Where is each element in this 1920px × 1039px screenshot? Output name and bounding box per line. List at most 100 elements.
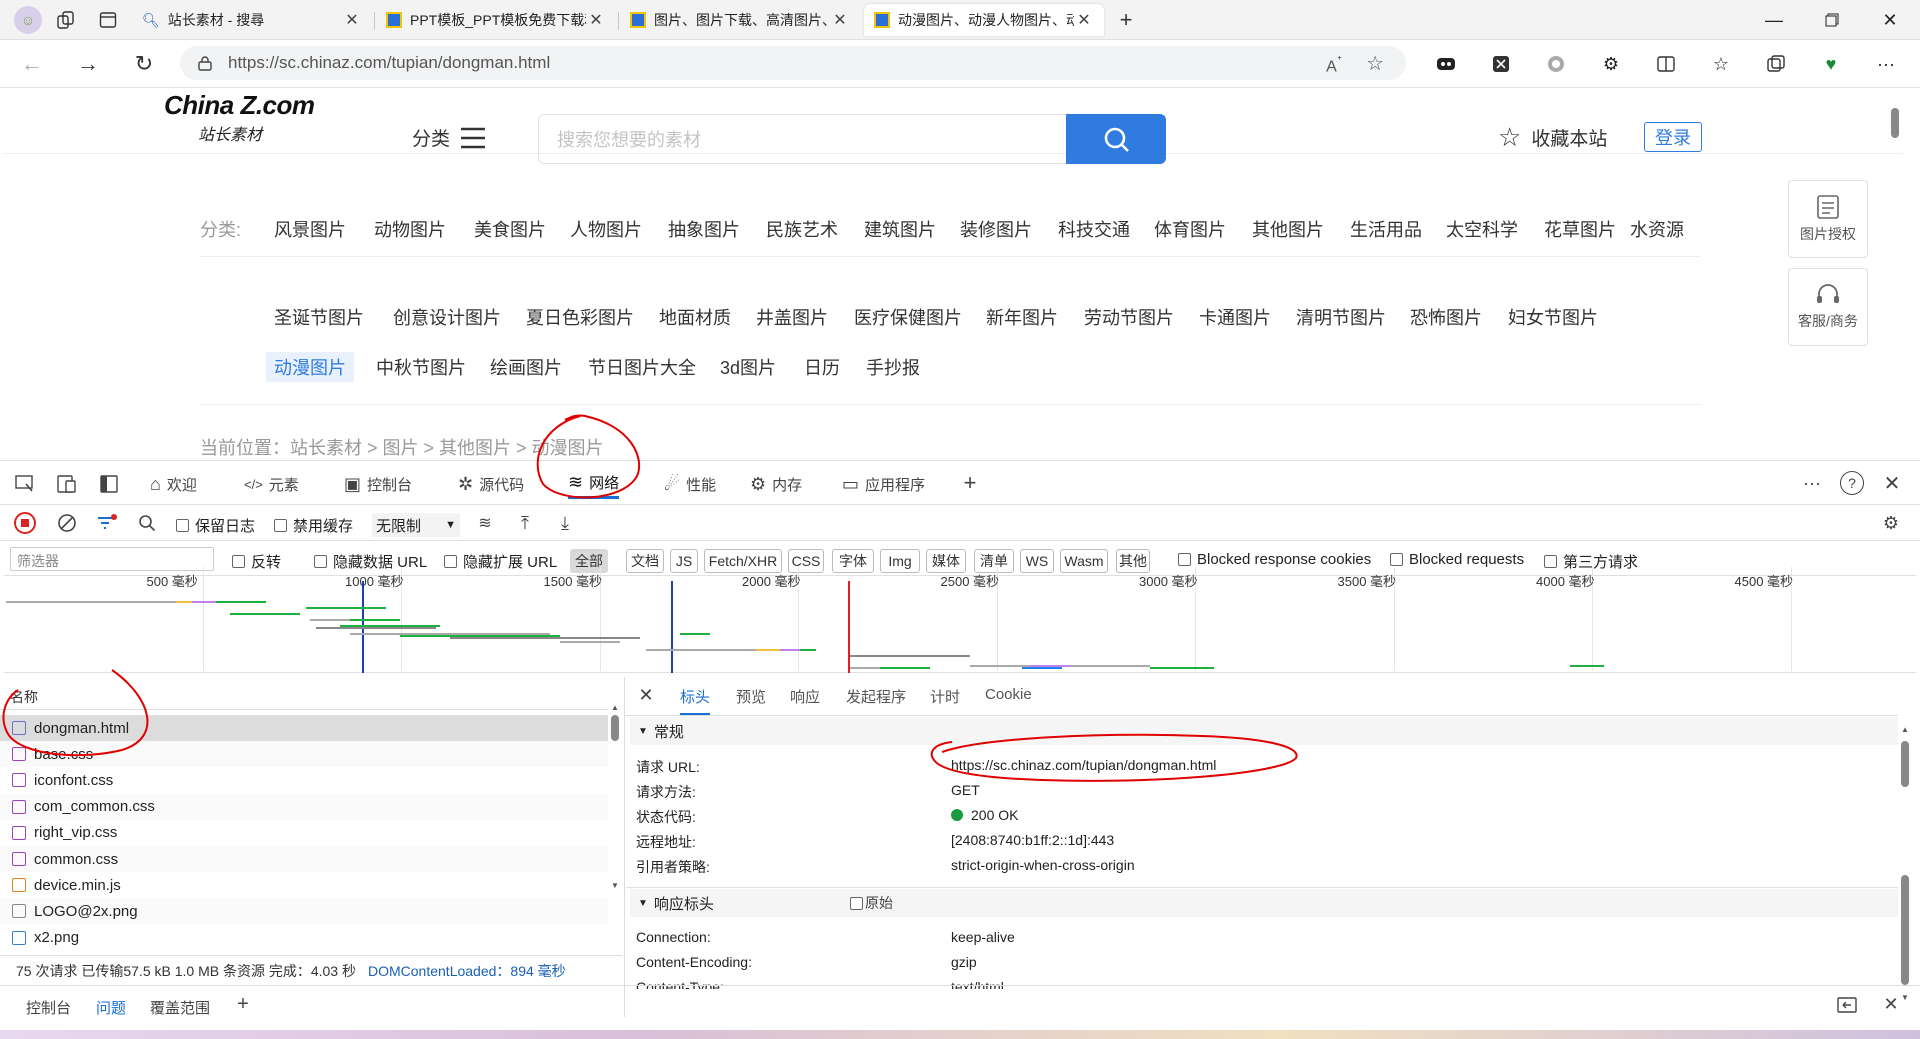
filter-chip[interactable]: Fetch/XHR <box>704 549 782 573</box>
page-scrollbar[interactable] <box>1891 108 1899 138</box>
inspect-icon[interactable] <box>14 473 36 495</box>
hide-data-url-checkbox[interactable]: 隐藏数据 URL <box>314 551 427 572</box>
close-icon[interactable]: ✕ <box>1074 10 1094 30</box>
category-link[interactable]: 日历 <box>804 354 840 380</box>
category-link[interactable]: 地面材质 <box>659 304 731 330</box>
blocked-cookies-checkbox[interactable]: Blocked response cookies <box>1178 551 1371 568</box>
name-column-header[interactable]: 名称 <box>10 687 38 707</box>
category-link[interactable]: 清明节图片 <box>1296 304 1386 330</box>
network-conditions-icon[interactable]: ≋ <box>474 512 496 534</box>
category-link[interactable]: 抽象图片 <box>668 216 740 242</box>
favorites-icon[interactable]: ☆ <box>1707 50 1735 78</box>
category-link[interactable]: 民族艺术 <box>766 216 838 242</box>
hide-extension-url-checkbox[interactable]: 隐藏扩展 URL <box>444 551 557 572</box>
help-icon[interactable]: ? <box>1840 471 1864 495</box>
filter-chip[interactable]: 媒体 <box>926 549 966 573</box>
dock-icon[interactable] <box>1836 995 1858 1015</box>
category-link[interactable]: 节日图片大全 <box>588 354 696 380</box>
close-devtools-icon[interactable]: ✕ <box>1880 471 1904 495</box>
extension-x-icon[interactable] <box>1487 50 1515 78</box>
category-link[interactable]: 水资源 <box>1630 216 1684 242</box>
close-detail-icon[interactable]: ✕ <box>636 685 656 705</box>
filter-chip[interactable]: Img <box>880 549 920 573</box>
category-link[interactable]: 创意设计图片 <box>393 304 501 330</box>
close-icon[interactable]: ✕ <box>586 10 606 30</box>
favorite-star-icon[interactable]: ☆ <box>1366 51 1384 76</box>
raw-checkbox[interactable]: 原始 <box>850 893 893 913</box>
filter-chip[interactable]: 字体 <box>832 549 874 573</box>
preserve-log-checkbox[interactable]: 保留日志 <box>176 515 255 536</box>
filter-chip[interactable]: WS <box>1020 549 1054 573</box>
category-link[interactable]: 生活用品 <box>1350 216 1422 242</box>
filter-icon[interactable] <box>96 512 118 534</box>
image-license-button[interactable]: 图片授权 <box>1788 180 1868 258</box>
request-row[interactable]: x2.png <box>0 925 608 951</box>
site-search-input[interactable]: 搜索您想要的素材 <box>538 114 1070 164</box>
blocked-requests-checkbox[interactable]: Blocked requests <box>1390 551 1524 568</box>
devtools-tab[interactable]: </> 元素 <box>244 469 299 499</box>
performance-icon[interactable]: ♥ <box>1817 50 1845 78</box>
more-menu-icon[interactable]: ··· <box>1872 50 1900 78</box>
request-row[interactable]: LOGO@2x.png <box>0 898 608 925</box>
clear-icon[interactable] <box>56 512 78 534</box>
browser-tab-3[interactable]: 图片、图片下载、高清图片、图片✕ <box>620 4 860 36</box>
detail-scrollbar[interactable]: ▲ ▼ <box>1900 725 1910 1005</box>
sidebar-toggle-icon[interactable] <box>98 473 120 495</box>
detail-tab[interactable]: 发起程序 <box>846 686 906 707</box>
category-link[interactable]: 绘画图片 <box>490 354 562 380</box>
split-screen-icon[interactable] <box>1652 50 1680 78</box>
browser-tab-1[interactable]: 🔍︎ 站长素材 - 搜尋 ✕ <box>132 4 372 36</box>
filter-chip[interactable]: 其他 <box>1116 549 1150 573</box>
devtools-tab[interactable]: ▭ 应用程序 <box>842 469 925 499</box>
third-party-checkbox[interactable]: 第三方请求 <box>1544 551 1638 572</box>
filter-chip[interactable]: 全部 <box>570 549 608 573</box>
category-link[interactable]: 动漫图片 <box>266 352 354 382</box>
invert-checkbox[interactable]: 反转 <box>232 551 281 572</box>
request-row[interactable]: device.min.js <box>0 872 608 898</box>
request-row[interactable]: dongman.html <box>0 715 608 741</box>
filter-chip[interactable]: JS <box>670 549 698 573</box>
general-section-header[interactable]: ▼ 常规 <box>630 717 1898 745</box>
category-link[interactable]: 人物图片 <box>570 216 642 242</box>
download-har-icon[interactable]: ⤓ <box>554 512 576 534</box>
detail-tab[interactable]: 标头 <box>680 686 711 715</box>
upload-har-icon[interactable]: ⤒ <box>514 512 536 534</box>
profile-avatar[interactable]: ☺ <box>14 6 42 34</box>
search-icon[interactable] <box>136 512 158 534</box>
filter-input[interactable]: 筛选器 <box>10 547 214 571</box>
browser-tab-active[interactable]: 动漫图片、动漫人物图片、动漫图✕ <box>864 4 1104 36</box>
filter-chip[interactable]: Wasm <box>1060 549 1108 573</box>
detail-tab[interactable]: Cookie <box>985 686 1032 703</box>
browser-tab-2[interactable]: PPT模板_PPT模板免费下载和在线✕ <box>376 4 616 36</box>
request-row[interactable]: base.css <box>0 741 608 768</box>
bookmark-site[interactable]: ☆ 收藏本站 <box>1498 122 1607 153</box>
devtools-tab[interactable]: ⚙ 内存 <box>750 469 802 499</box>
disable-cache-checkbox[interactable]: 禁用缓存 <box>274 515 353 536</box>
category-link[interactable]: 体育图片 <box>1154 216 1226 242</box>
category-link[interactable]: 手抄报 <box>866 354 920 380</box>
response-headers-header[interactable]: ▼ 响应标头 原始 <box>630 889 1898 917</box>
filter-chip[interactable]: 清单 <box>974 549 1014 573</box>
refresh-button[interactable]: ↻ <box>132 51 156 76</box>
close-icon[interactable]: ✕ <box>830 10 850 30</box>
category-link[interactable]: 新年图片 <box>986 304 1058 330</box>
category-link[interactable]: 劳动节图片 <box>1084 304 1174 330</box>
site-search-button[interactable] <box>1066 114 1166 164</box>
category-link[interactable]: 美食图片 <box>474 216 546 242</box>
category-link[interactable]: 其他图片 <box>1252 216 1324 242</box>
minimize-button[interactable]: — <box>1762 8 1786 32</box>
devtools-tab[interactable]: ≋ 网络 <box>568 469 620 499</box>
category-link[interactable]: 卡通图片 <box>1199 304 1271 330</box>
category-link[interactable]: 风景图片 <box>274 216 346 242</box>
drawer-tab[interactable]: 覆盖范围 <box>150 997 210 1018</box>
login-button[interactable]: 登录 <box>1644 122 1702 152</box>
detail-tab[interactable]: 预览 <box>736 686 766 707</box>
category-link[interactable]: 科技交通 <box>1058 216 1130 242</box>
site-logo[interactable]: China Z.com 站长素材 <box>164 90 315 145</box>
customer-service-button[interactable]: 客服/商务 <box>1788 268 1868 346</box>
forward-button[interactable]: → <box>76 51 100 76</box>
extensions-puzzle-icon[interactable]: ⚙ <box>1597 50 1625 78</box>
category-link[interactable]: 花草图片 <box>1544 216 1616 242</box>
drawer-tab[interactable]: 控制台 <box>26 997 71 1018</box>
record-stop-button[interactable] <box>14 512 36 534</box>
